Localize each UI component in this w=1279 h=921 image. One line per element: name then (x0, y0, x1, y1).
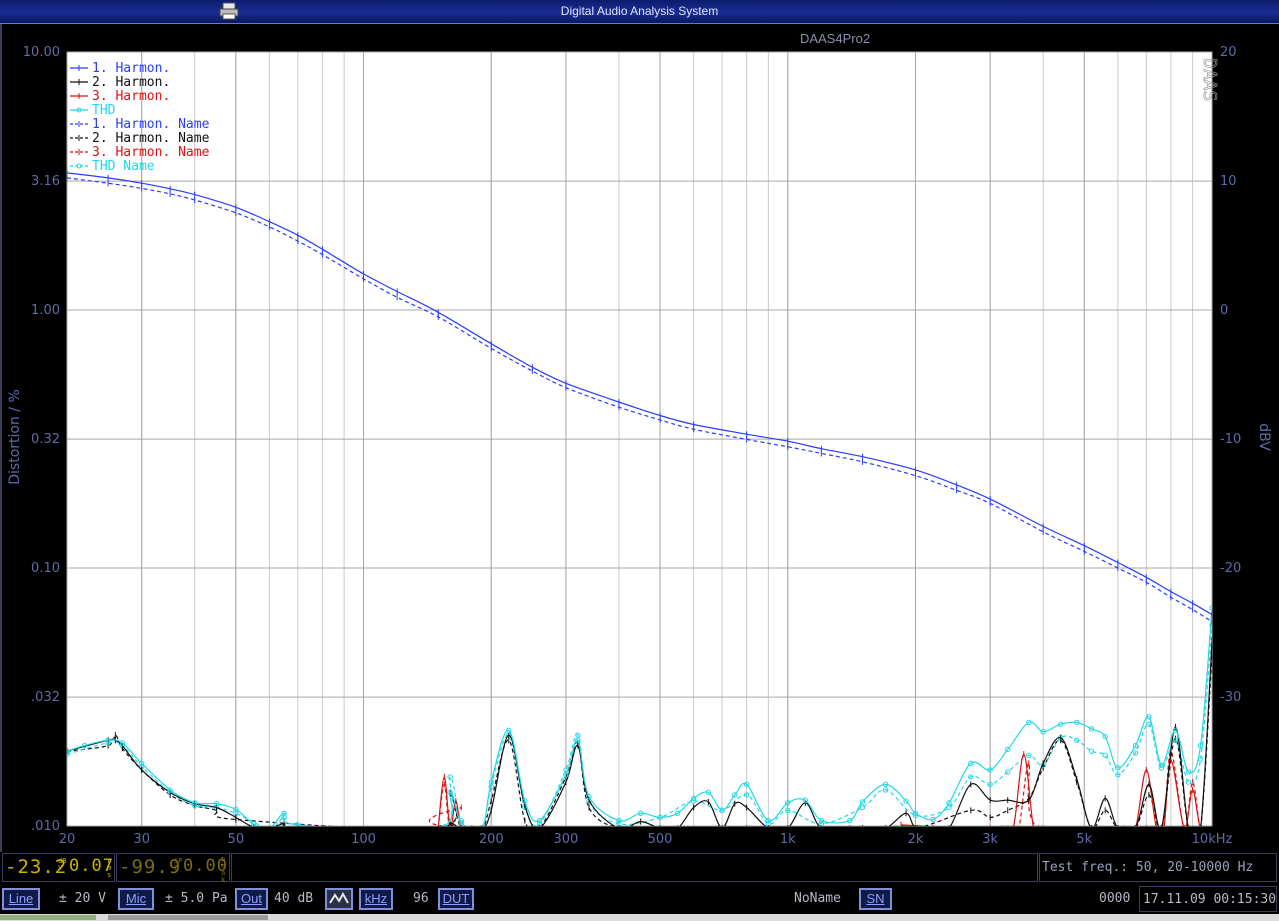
mic-input-button[interactable]: Mic (118, 888, 154, 910)
y-tick-label: 0.10 (31, 561, 60, 576)
y-tick-label: 1.00 (31, 303, 60, 318)
y-axis-label: Distortion / % (7, 389, 23, 485)
legend-label: 3. Harmon. (92, 89, 170, 104)
y2-tick-label: -20 (1220, 561, 1241, 576)
progress-segment (0, 915, 96, 920)
message-panel (231, 853, 1038, 882)
dut-name-value: NoName (794, 891, 841, 906)
data-point (267, 825, 271, 826)
y-tick-label: 10.00 (23, 45, 60, 60)
data-point (436, 825, 440, 826)
legend-label: THD (92, 103, 116, 118)
y-tick-label: 3.16 (31, 174, 60, 189)
serial-number-button[interactable]: SN (859, 888, 892, 910)
x-tick-label: 50 (228, 832, 245, 847)
progress-segment-2 (108, 915, 268, 920)
mic-range-value: ± 5.0 Pa (165, 891, 228, 906)
x-tick-label: 200 (479, 832, 504, 847)
data-point (480, 825, 484, 826)
output-button[interactable]: Out (235, 888, 268, 910)
y2-tick-label: -30 (1220, 690, 1241, 705)
window-title: Digital Audio Analysis System (560, 4, 719, 18)
data-point (296, 825, 300, 826)
y2-tick-label: 10 (1220, 174, 1237, 189)
legend-label: 2. Harmon. (92, 75, 170, 90)
x-tick-label: 1k (780, 832, 796, 847)
peak-meter-unit: peak (221, 855, 226, 884)
progress-track (0, 914, 1279, 921)
test-frequency-text: Test freq.: 50, 20-10000 Hz (1042, 860, 1254, 875)
x-tick-label: 300 (554, 832, 579, 847)
x-tick-label: 500 (648, 832, 673, 847)
test-frequency-panel: Test freq.: 50, 20-10000 Hz (1039, 853, 1277, 882)
chart-title: DAAS4Pro2 (800, 31, 870, 46)
distortion-chart: DAAS4Pro2 DAAS 10.00 3.16 1.00 0.32 0.10 .032 .0… (7, 31, 1272, 847)
x-tick-label: 5k (1076, 832, 1092, 847)
datetime-panel: 17.11.09 00:15:30 (1139, 886, 1277, 912)
line-input-button[interactable]: Line (2, 888, 40, 910)
output-gain-value: 40 dB (274, 891, 314, 906)
legend-label: 2. Harmon. Name (92, 131, 210, 146)
data-point (480, 825, 484, 826)
y2-tick-label: 0 (1220, 303, 1228, 318)
chart-watermark: DAAS (1199, 58, 1220, 101)
y-tick-label: 0.32 (31, 432, 60, 447)
y-tick-label: .032 (31, 690, 60, 705)
x-tick-label: 20 (59, 832, 76, 847)
level-meter-unit: dBV (58, 857, 67, 872)
spl-meter-value: -99.9 (119, 856, 182, 878)
waveform-icon (329, 891, 349, 904)
y2-tick-label: 20 (1220, 45, 1237, 60)
x-tick-label: 2k (908, 832, 924, 847)
signal-generator-button[interactable] (325, 888, 353, 910)
data-point (267, 825, 271, 826)
status-bar: -23.2 dBV 0.07 rms -99.9 SPL 0.00 peak T… (0, 852, 1279, 921)
y2-axis-label: dBV (1256, 423, 1272, 451)
data-point (436, 825, 440, 826)
x-tick-label: 30 (133, 832, 150, 847)
meter-panel-spl: -99.9 SPL 0.00 peak (116, 853, 230, 884)
legend-label: 3. Harmon. Name (92, 145, 210, 160)
line-range-value: ± 20 V (59, 891, 106, 906)
x-tick-label: 10kHz (1192, 832, 1233, 847)
y-tick-label: .010 (31, 819, 60, 834)
dut-button[interactable]: DUT (438, 888, 474, 910)
legend-label: THD Name (92, 159, 155, 174)
y2-tick-label: -10 (1220, 432, 1241, 447)
serial-number-value: 0000 (1099, 891, 1131, 906)
level-meter-rms-unit: rms (107, 857, 112, 879)
meter-panel-level: -23.2 dBV 0.07 rms (2, 853, 115, 882)
legend-label: 1. Harmon. Name (92, 117, 210, 132)
legend-label: 1. Harmon. (92, 61, 170, 76)
title-bar: Digital Audio Analysis System (0, 0, 1279, 24)
x-tick-label: 3k (982, 832, 998, 847)
samplerate-button[interactable]: kHz (359, 888, 393, 910)
x-tick-label: 100 (351, 832, 376, 847)
samplerate-value: 96 (413, 891, 429, 906)
datetime-value: 17.11.09 00:15:30 (1143, 892, 1277, 907)
